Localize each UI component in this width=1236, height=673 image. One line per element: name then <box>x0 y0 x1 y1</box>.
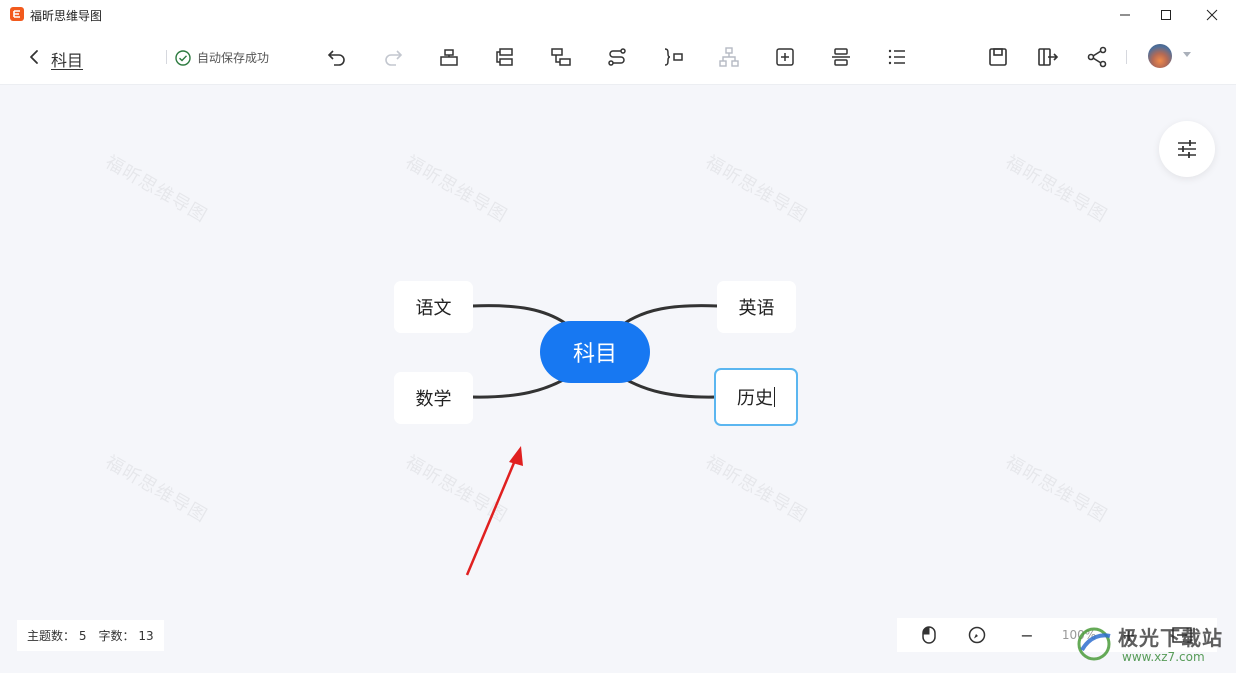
word-count: 字数： 13 <box>98 629 154 643</box>
annotation-arrow-head <box>509 446 523 466</box>
locate-button[interactable] <box>967 625 987 645</box>
locate-icon <box>968 626 986 644</box>
topic-node[interactable]: 语文 <box>394 281 473 333</box>
connector-line <box>624 377 717 399</box>
text-caret <box>774 387 775 407</box>
connector-line <box>471 377 566 399</box>
connector-line <box>624 304 719 325</box>
sliders-icon <box>1178 140 1196 158</box>
status-bar: 主题数： 5 字数： 13 <box>17 620 164 651</box>
topic-node[interactable]: 英语 <box>717 281 796 333</box>
topic-count: 主题数： 5 <box>27 629 87 643</box>
zoom-level: 100% <box>1061 628 1097 642</box>
zoom-in-button[interactable]: + <box>1119 625 1139 645</box>
mouse-mode-button[interactable] <box>919 625 939 645</box>
zoom-bar: − 100% + <box>897 618 1217 652</box>
root-topic-node[interactable]: 科目 <box>540 321 650 383</box>
style-settings-button[interactable] <box>1159 121 1215 177</box>
topic-node-label: 历史 <box>737 388 773 409</box>
zoom-out-button[interactable]: − <box>1017 625 1037 645</box>
topic-node[interactable]: 数学 <box>394 372 473 424</box>
fullscreen-button[interactable] <box>1171 625 1193 645</box>
annotation-arrow <box>465 457 518 576</box>
fit-screen-icon <box>1172 627 1192 643</box>
connector-line <box>471 304 566 325</box>
mouse-icon <box>922 626 936 644</box>
topic-node-selected[interactable]: 历史 <box>714 368 798 426</box>
